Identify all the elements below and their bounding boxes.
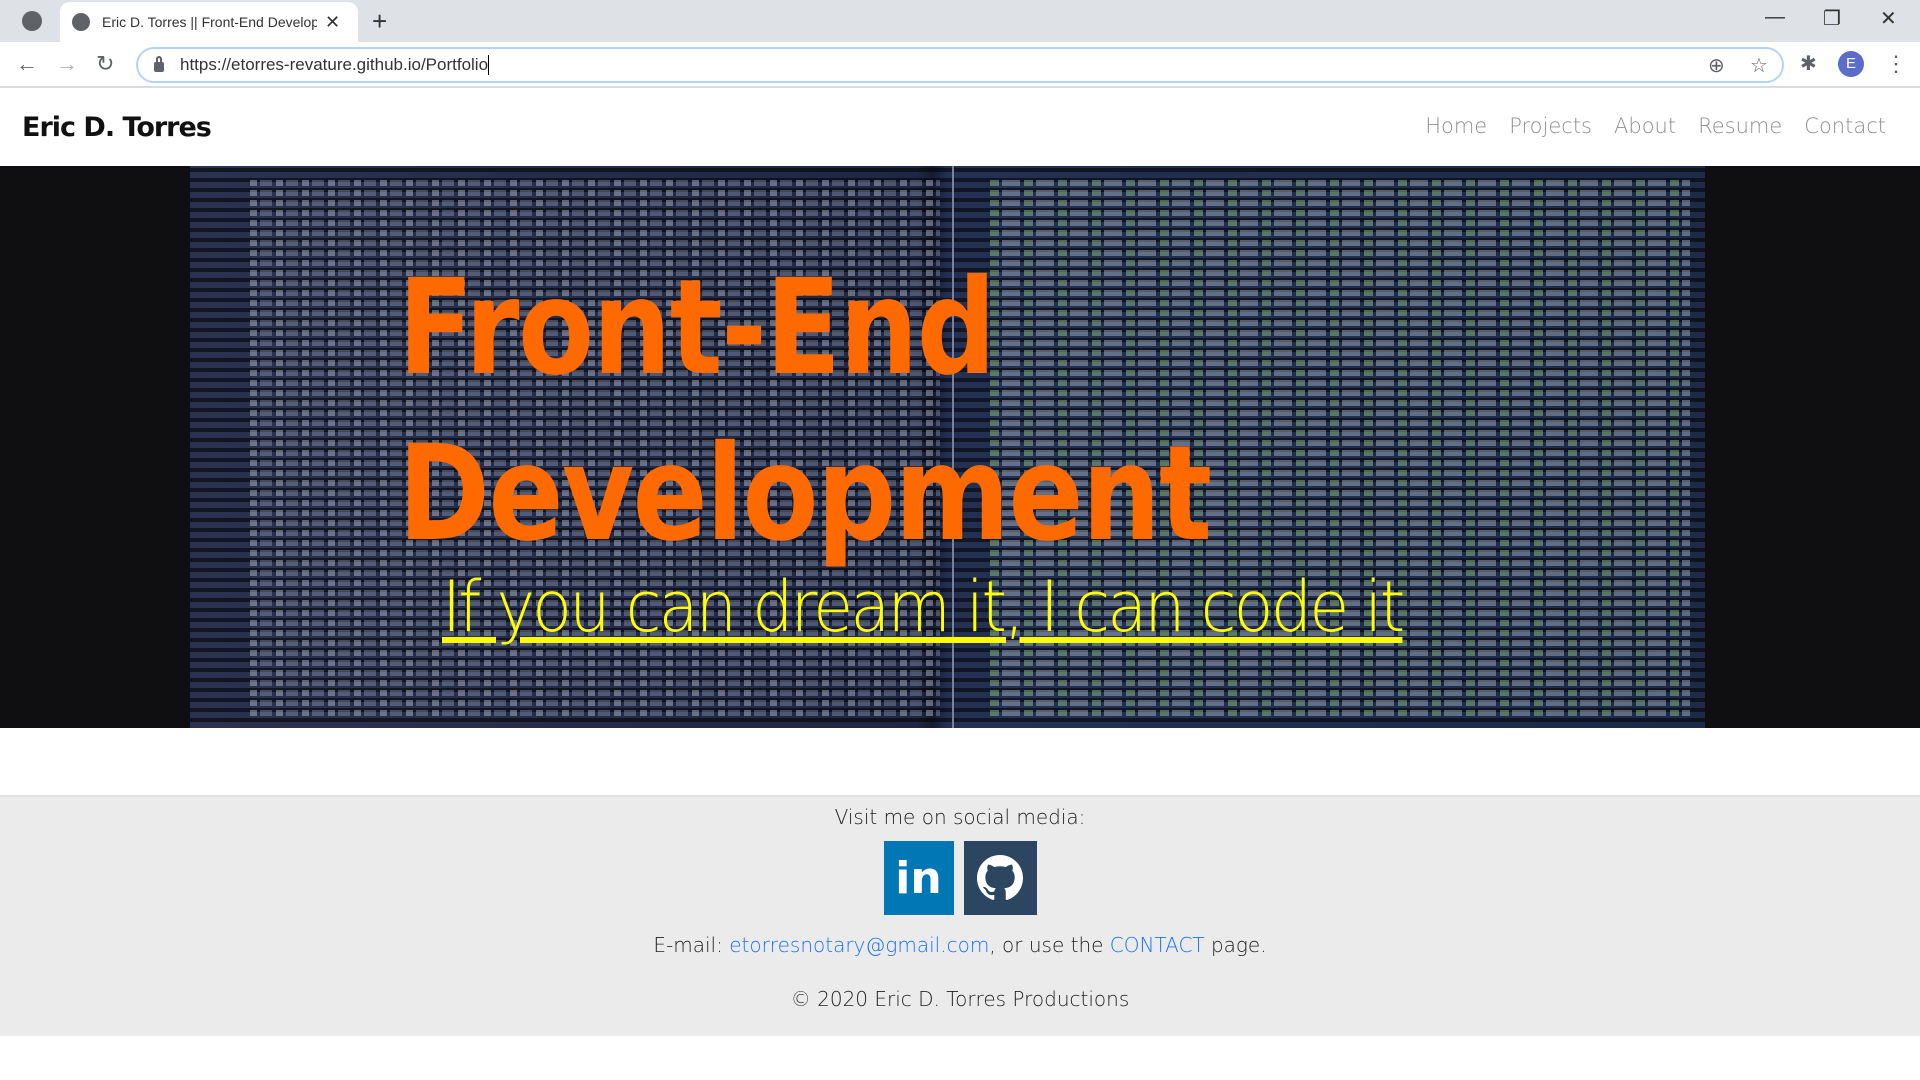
minimize-button[interactable]: —: [1765, 6, 1785, 29]
lock-icon: [154, 56, 164, 72]
close-window-button[interactable]: ✕: [1880, 6, 1897, 31]
extensions-puzzle-icon[interactable]: ✱: [1800, 51, 1817, 76]
hero-tagline: If you can dream it, I can code it: [442, 566, 1405, 648]
hero-title-line1: Front-End: [398, 251, 996, 405]
back-icon[interactable]: ←: [16, 51, 38, 77]
email-link[interactable]: etorresnotary@gmail.com: [729, 933, 989, 957]
social-heading: Visit me on social media:: [834, 805, 1086, 829]
github-icon[interactable]: [963, 841, 1037, 915]
profile-avatar[interactable]: E: [1838, 51, 1864, 77]
tab-close-icon[interactable]: ✕: [325, 12, 340, 33]
email-prefix: E-mail:: [653, 933, 730, 957]
browser-tab-bar: Eric D. Torres || Front-End Development …: [0, 0, 1920, 42]
github-logo-icon: [977, 855, 1023, 900]
tab-search-icon[interactable]: [22, 11, 42, 31]
zoom-icon[interactable]: ⊕: [1708, 53, 1725, 78]
text-cursor: [488, 55, 490, 75]
url-text[interactable]: https://etorres-revature.github.io/Portf…: [180, 55, 488, 75]
address-bar[interactable]: https://etorres-revature.github.io/Portf…: [136, 47, 1784, 83]
email-suffix: page.: [1204, 933, 1267, 957]
reload-icon[interactable]: ↻: [96, 51, 114, 77]
linkedin-icon[interactable]: in: [883, 841, 954, 915]
nav-about[interactable]: About: [1614, 114, 1676, 138]
bookmark-star-icon[interactable]: ☆: [1750, 53, 1768, 78]
menu-kebab-icon[interactable]: ⋮: [1885, 51, 1907, 77]
browser-tab-active[interactable]: Eric D. Torres || Front-End Development …: [60, 2, 358, 42]
new-tab-button[interactable]: +: [372, 6, 387, 37]
restore-button[interactable]: ❐: [1823, 6, 1841, 31]
social-links: in: [0, 841, 1920, 915]
nav-projects[interactable]: Projects: [1509, 114, 1592, 138]
nav-resume[interactable]: Resume: [1698, 114, 1782, 138]
contact-line: E-mail: etorresnotary@gmail.com, or use …: [0, 933, 1920, 957]
site-brand[interactable]: Eric D. Torres: [22, 112, 212, 143]
nav-contact[interactable]: Contact: [1804, 114, 1886, 138]
contact-link[interactable]: CONTACT: [1110, 933, 1205, 957]
hero-banner: Front-End Development If you can dream i…: [0, 166, 1920, 728]
site-header: Eric D. Torres Home Projects About Resum…: [0, 88, 1920, 166]
email-mid: , or use the: [989, 933, 1110, 957]
forward-icon[interactable]: →: [56, 51, 78, 77]
address-bar-row: ← → ↻ https://etorres-revature.github.io…: [0, 42, 1920, 88]
main-nav: Home Projects About Resume Contact: [1425, 114, 1886, 138]
copyright: © 2020 Eric D. Torres Productions: [790, 987, 1130, 1011]
nav-home[interactable]: Home: [1425, 114, 1487, 138]
tab-title: Eric D. Torres || Front-End Development: [102, 14, 317, 30]
site-footer: Visit me on social media: in E-mail: eto…: [0, 795, 1920, 1036]
globe-icon: [72, 13, 90, 31]
linkedin-label: in: [895, 852, 942, 904]
hero-title-line2: Development: [398, 417, 1212, 571]
